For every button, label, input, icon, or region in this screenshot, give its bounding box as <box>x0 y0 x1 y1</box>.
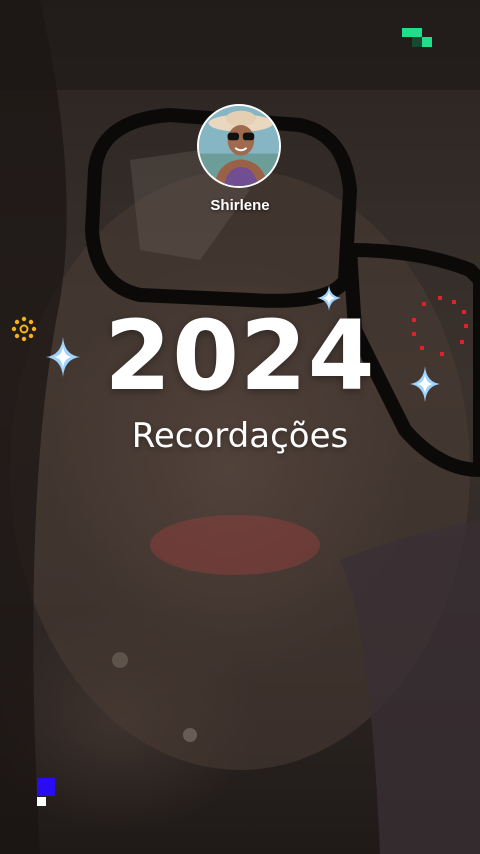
story-year: 2024 <box>104 300 376 412</box>
profile-photo-icon <box>199 106 279 186</box>
story-screen[interactable]: Shirlene 2024 Recordações <box>0 0 480 854</box>
story-title: Recordações <box>131 416 349 456</box>
profile-avatar[interactable] <box>197 104 281 188</box>
blue-square-icon <box>37 778 57 808</box>
profile-name: Shirlene <box>210 197 270 214</box>
pixel-cluster-icon <box>402 28 434 48</box>
